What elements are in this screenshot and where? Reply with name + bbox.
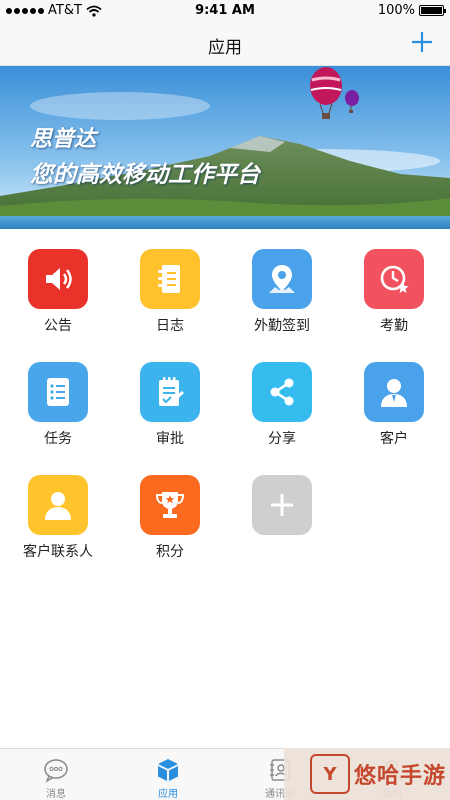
app-label: 公告 [44,318,72,334]
tab-label: 应用 [158,789,178,800]
message-icon [44,759,68,783]
app-announcement[interactable]: 公告 [2,229,114,334]
trophy-icon [155,492,185,518]
add-icon [271,494,293,516]
tab-label: 消息 [46,789,66,800]
location-pin-icon [269,265,295,293]
banner-slogan: 思普达 您的高效移动工作平台 [30,121,260,189]
app-tile[interactable] [28,362,88,422]
add-app-button[interactable] [410,30,434,54]
banner-tagline: 您的高效移动工作平台 [30,162,260,188]
promo-banner[interactable]: 思普达 您的高效移动工作平台 [0,66,450,229]
app-tile[interactable] [28,475,88,535]
tab-apps[interactable]: 应用 [112,749,224,800]
add-app-tile[interactable] [226,455,338,555]
navigation-bar: 应用 [0,22,450,66]
app-label: 外勤签到 [254,318,310,334]
speaker-icon [46,268,72,290]
app-label: 客户联系人 [23,544,93,560]
app-label: 积分 [156,544,184,560]
battery-percent: 100% [377,3,415,18]
app-label: 审批 [156,431,184,447]
app-tile[interactable] [140,475,200,535]
contact-icon [45,492,71,520]
app-label: 任务 [44,431,72,447]
app-label: 日志 [156,318,184,334]
bottom-tab-bar: 消息 应用 通讯录 我的 Y 悠哈手游 [0,748,450,800]
clock-star-icon [380,265,409,293]
app-tile[interactable] [140,249,200,309]
notebook-icon [158,265,180,293]
site-watermark: Y 悠哈手游 [284,748,450,800]
app-attendance[interactable]: 考勤 [338,229,450,334]
watermark-logo-icon: Y [309,754,350,794]
app-approval[interactable]: 审批 [114,342,226,447]
app-field-checkin[interactable]: 外勤签到 [226,229,338,334]
app-tile[interactable] [28,249,88,309]
app-points[interactable]: 积分 [114,455,226,560]
app-label: 分享 [268,431,296,447]
task-list-icon [47,378,69,406]
share-icon [270,378,294,406]
page-title: 应用 [208,38,242,58]
app-customer-contact[interactable]: 客户联系人 [2,455,114,560]
customer-icon [381,379,407,407]
status-bar: AT&T 9:41 AM 100% [0,0,450,22]
watermark-text: 悠哈手游 [353,764,446,789]
app-share[interactable]: 分享 [226,342,338,447]
app-tile[interactable] [252,362,312,422]
app-tile[interactable] [364,362,424,422]
app-label: 考勤 [380,318,408,334]
status-right: 100% [377,3,446,18]
app-label: 客户 [380,431,408,447]
app-tile[interactable] [252,475,312,535]
tab-messages[interactable]: 消息 [0,749,112,800]
approval-doc-icon [159,377,184,406]
app-tile[interactable] [252,249,312,309]
battery-icon [419,5,446,16]
app-task[interactable]: 任务 [2,342,114,447]
app-tile[interactable] [364,249,424,309]
cube-icon [158,759,178,781]
banner-brand: 思普达 [30,127,97,152]
app-tile[interactable] [140,362,200,422]
app-customer[interactable]: 客户 [338,342,450,447]
app-log[interactable]: 日志 [114,229,226,334]
